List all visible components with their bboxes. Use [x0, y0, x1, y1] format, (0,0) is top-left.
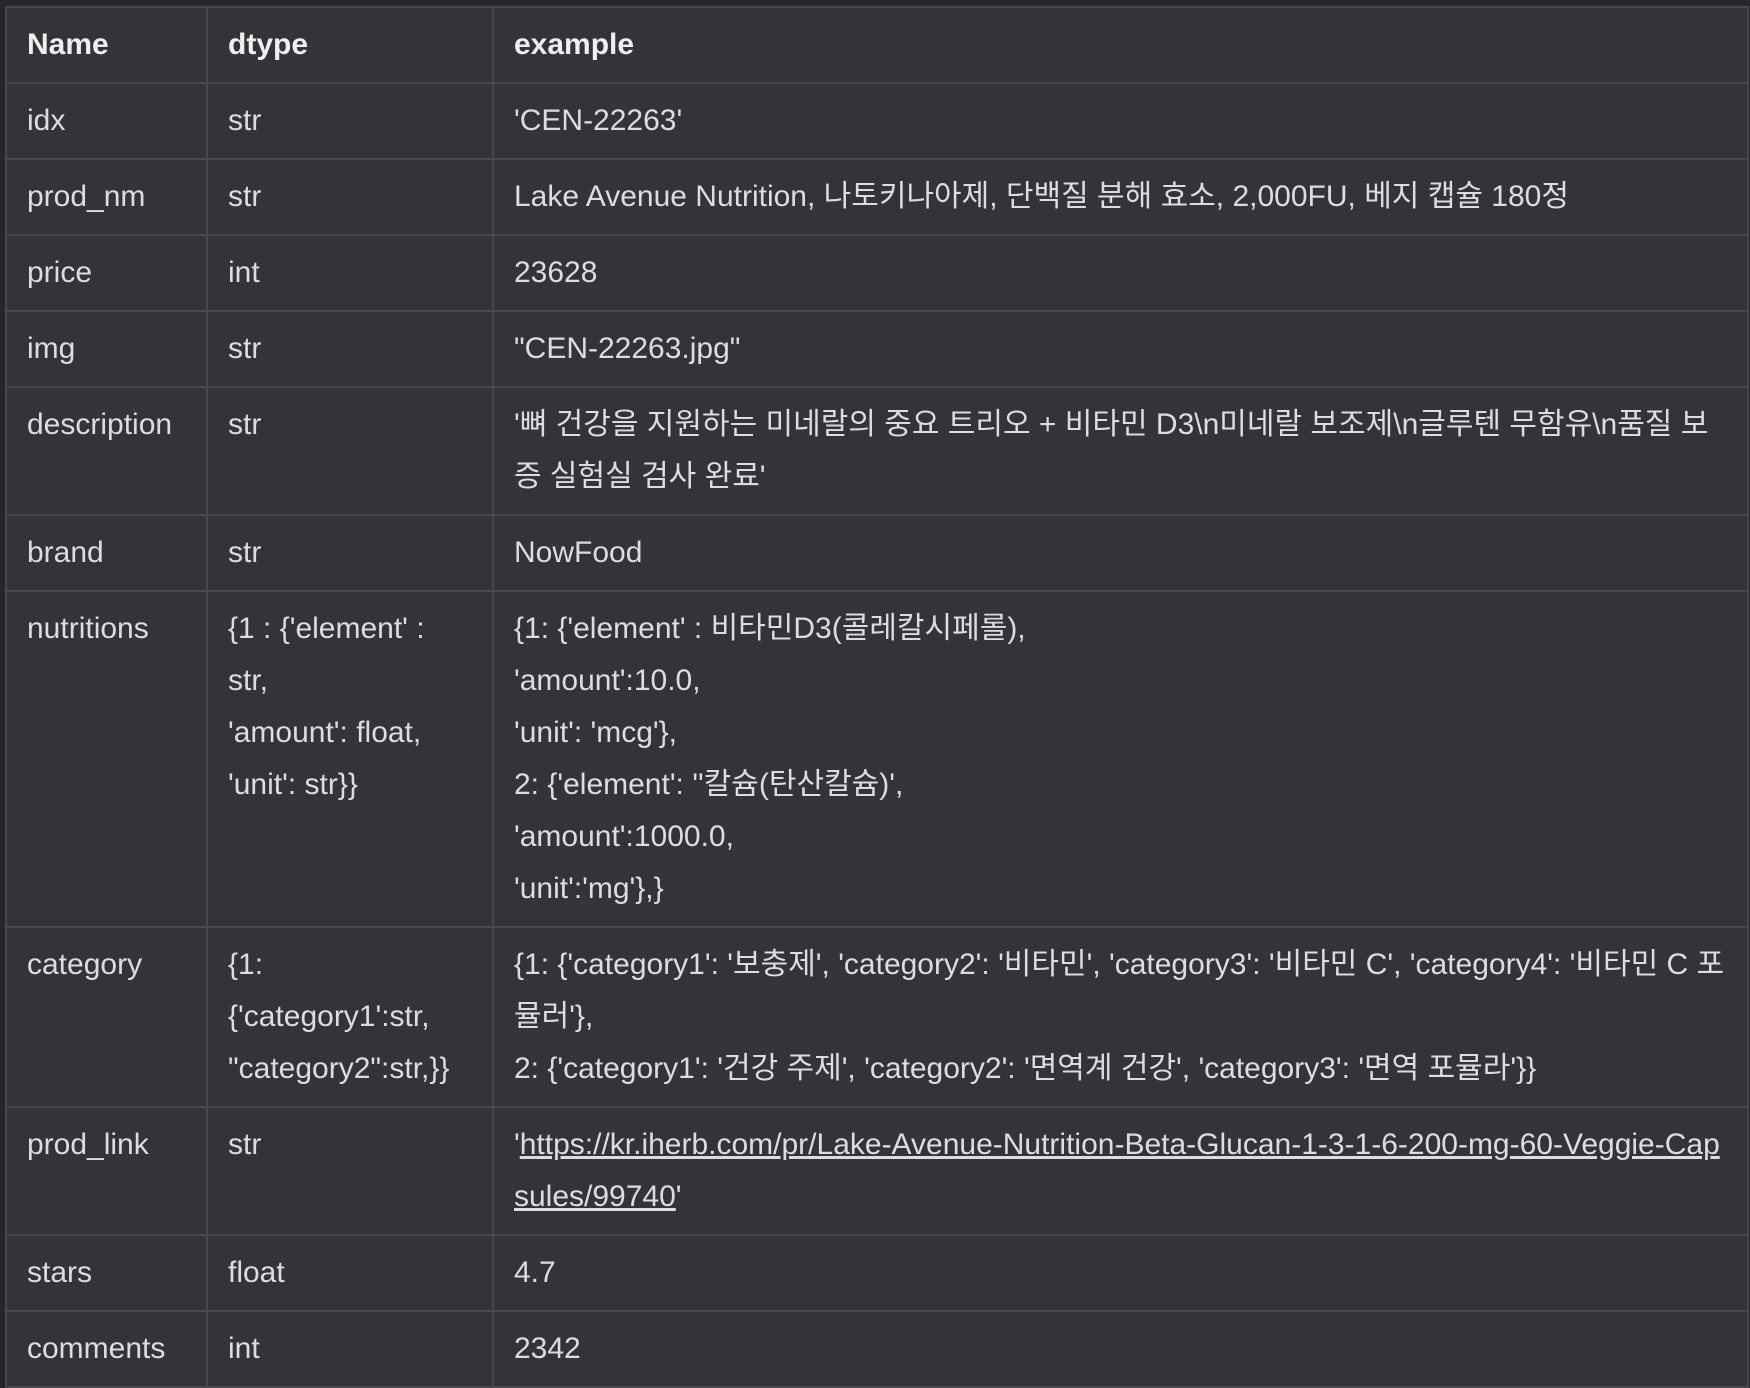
cell-dtype: int [206, 234, 494, 312]
table-row: description str '뼈 건강을 지원하는 미네랄의 중요 트리오 … [5, 386, 1749, 516]
table-row: comments int 2342 [5, 1310, 1749, 1388]
cell-name: brand [5, 514, 208, 592]
cell-name: stars [5, 1234, 208, 1312]
schema-table: Name dtype example idx str 'CEN-22263' p… [5, 6, 1749, 1388]
header-example: example [492, 6, 1749, 84]
table-row: stars float 4.7 [5, 1234, 1749, 1312]
cell-dtype: str [206, 386, 494, 516]
cell-dtype: {1: {'category1':str, "category2":str,}} [206, 926, 494, 1108]
cell-example: 4.7 [492, 1234, 1749, 1312]
table-row: idx str 'CEN-22263' [5, 82, 1749, 160]
cell-name: category [5, 926, 208, 1108]
cell-dtype: float [206, 1234, 494, 1312]
cell-dtype: int [206, 1310, 494, 1388]
cell-example: '뼈 건강을 지원하는 미네랄의 중요 트리오 + 비타민 D3\n미네랄 보조… [492, 386, 1749, 516]
table-row: nutritions {1 : {'element' : str, 'amoun… [5, 590, 1749, 928]
cell-example: 2342 [492, 1310, 1749, 1388]
link-quote-close: ' [675, 1180, 682, 1213]
cell-dtype: str [206, 310, 494, 388]
header-name: Name [5, 6, 208, 84]
cell-example: 'CEN-22263' [492, 82, 1749, 160]
cell-name: comments [5, 1310, 208, 1388]
cell-example: {1: {'element' : 비타민D3(콜레칼시페롤), 'amount'… [492, 590, 1749, 928]
cell-example: 23628 [492, 234, 1749, 312]
cell-name: img [5, 310, 208, 388]
cell-name: idx [5, 82, 208, 160]
cell-name: prod_nm [5, 158, 208, 236]
product-link[interactable]: https://kr.iherb.com/pr/Lake-Avenue-Nutr… [514, 1128, 1720, 1213]
table-row: prod_link str 'https://kr.iherb.com/pr/L… [5, 1106, 1749, 1236]
cell-name: price [5, 234, 208, 312]
table-row: img str "CEN-22263.jpg" [5, 310, 1749, 388]
cell-example: NowFood [492, 514, 1749, 592]
cell-name: nutritions [5, 590, 208, 928]
cell-example: Lake Avenue Nutrition, 나토키나아제, 단백질 분해 효소… [492, 158, 1749, 236]
table-header-row: Name dtype example [5, 6, 1749, 84]
table-row: brand str NowFood [5, 514, 1749, 592]
header-dtype: dtype [206, 6, 494, 84]
table-row: category {1: {'category1':str, "category… [5, 926, 1749, 1108]
cell-dtype: str [206, 1106, 494, 1236]
table-row: prod_nm str Lake Avenue Nutrition, 나토키나아… [5, 158, 1749, 236]
cell-dtype: str [206, 514, 494, 592]
cell-dtype: {1 : {'element' : str, 'amount': float, … [206, 590, 494, 928]
cell-dtype: str [206, 82, 494, 160]
cell-name: description [5, 386, 208, 516]
schema-table-container: Name dtype example idx str 'CEN-22263' p… [5, 6, 1749, 1388]
cell-example: 'https://kr.iherb.com/pr/Lake-Avenue-Nut… [492, 1106, 1749, 1236]
cell-name: prod_link [5, 1106, 208, 1236]
cell-example: {1: {'category1': '보충제', 'category2': '비… [492, 926, 1749, 1108]
cell-dtype: str [206, 158, 494, 236]
cell-example: "CEN-22263.jpg" [492, 310, 1749, 388]
table-row: price int 23628 [5, 234, 1749, 312]
